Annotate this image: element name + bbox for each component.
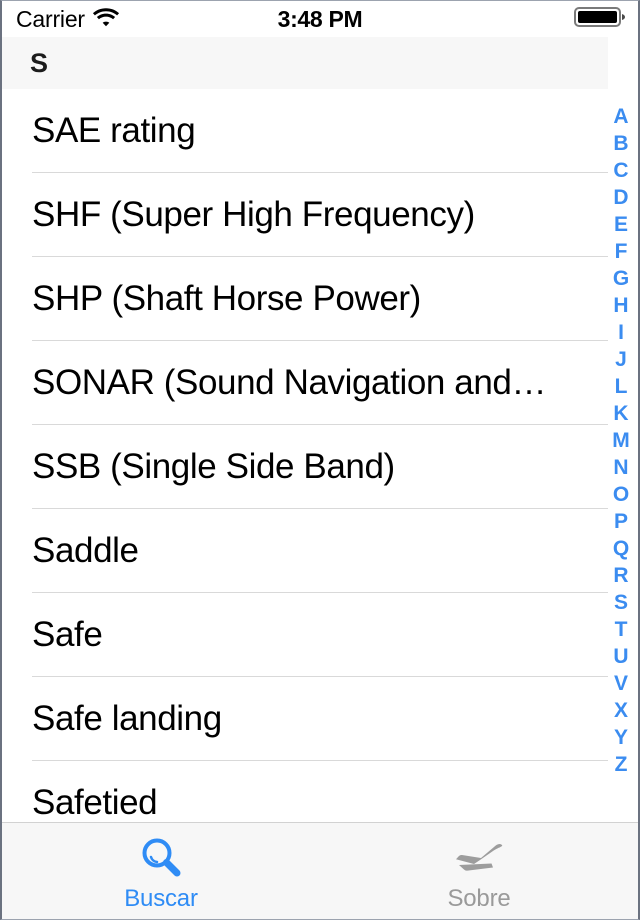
section-header-label: S <box>30 47 49 78</box>
list-item-label: Safe <box>32 615 103 654</box>
index-letter-f[interactable]: F <box>606 238 636 265</box>
index-letter-q[interactable]: Q <box>606 535 636 562</box>
status-bar-left: Carrier <box>16 6 119 33</box>
index-letter-b[interactable]: B <box>606 130 636 157</box>
app-screen: Carrier 3:48 PM S SAE rating SHF (Super … <box>0 0 640 920</box>
index-letter-l[interactable]: L <box>606 373 636 400</box>
airplane-icon <box>450 835 508 881</box>
index-letter-o[interactable]: O <box>606 481 636 508</box>
index-letter-p[interactable]: P <box>606 508 636 535</box>
list-item[interactable]: SAE rating <box>2 89 608 173</box>
list-item-label: Safetied <box>32 783 158 822</box>
index-letter-g[interactable]: G <box>606 265 636 292</box>
tab-bar: Buscar Sobre <box>2 822 638 919</box>
tab-sobre-label: Sobre <box>447 885 511 912</box>
tab-buscar[interactable]: Buscar <box>2 823 320 919</box>
index-letter-r[interactable]: R <box>606 562 636 589</box>
section-header: S <box>2 37 608 89</box>
wifi-icon <box>92 7 119 32</box>
index-letter-s[interactable]: S <box>606 589 636 616</box>
index-letter-j[interactable]: J <box>606 346 636 373</box>
index-letter-i[interactable]: I <box>606 319 636 346</box>
index-letter-v[interactable]: V <box>606 670 636 697</box>
list-item[interactable]: SONAR (Sound Navigation and… <box>2 341 608 425</box>
tab-buscar-label: Buscar <box>124 885 198 912</box>
list-item[interactable]: Safetied <box>2 761 608 824</box>
index-letter-a[interactable]: A <box>606 103 636 130</box>
index-letter-y[interactable]: Y <box>606 724 636 751</box>
index-letter-m[interactable]: M <box>606 427 636 454</box>
clock-label: 3:48 PM <box>277 5 363 32</box>
glossary-list[interactable]: SAE rating SHF (Super High Frequency) SH… <box>2 89 608 824</box>
tab-sobre[interactable]: Sobre <box>320 823 638 919</box>
list-item[interactable]: Saddle <box>2 509 608 593</box>
list-item-label: SHF (Super High Frequency) <box>32 195 475 234</box>
list-item[interactable]: SSB (Single Side Band) <box>2 425 608 509</box>
index-letter-t[interactable]: T <box>606 616 636 643</box>
list-item-label: SHP (Shaft Horse Power) <box>32 279 421 318</box>
index-letter-e[interactable]: E <box>606 211 636 238</box>
index-letter-n[interactable]: N <box>606 454 636 481</box>
list-item[interactable]: Safe landing <box>2 677 608 761</box>
index-letter-d[interactable]: D <box>606 184 636 211</box>
list-item-label: SSB (Single Side Band) <box>32 447 395 486</box>
magnifying-glass-icon <box>138 835 184 881</box>
index-letter-x[interactable]: X <box>606 697 636 724</box>
list-item-label: SAE rating <box>32 111 196 150</box>
list-item[interactable]: SHF (Super High Frequency) <box>2 173 608 257</box>
status-bar: Carrier 3:48 PM <box>2 1 638 37</box>
status-bar-right <box>574 5 626 34</box>
index-letter-k[interactable]: K <box>606 400 636 427</box>
index-letter-c[interactable]: C <box>606 157 636 184</box>
list-item-label: SONAR (Sound Navigation and… <box>32 363 547 402</box>
index-letter-h[interactable]: H <box>606 292 636 319</box>
list-item-label: Safe landing <box>32 699 222 738</box>
list-item[interactable]: Safe <box>2 593 608 677</box>
battery-full-icon <box>574 5 626 34</box>
index-letter-z[interactable]: Z <box>606 751 636 778</box>
list-item[interactable]: SHP (Shaft Horse Power) <box>2 257 608 341</box>
carrier-label: Carrier <box>16 5 85 32</box>
alphabet-index-bar[interactable]: ABCDEFGHIJLKMNOPQRSTUVXYZ <box>606 89 636 824</box>
index-letter-u[interactable]: U <box>606 643 636 670</box>
list-item-label: Saddle <box>32 531 139 570</box>
